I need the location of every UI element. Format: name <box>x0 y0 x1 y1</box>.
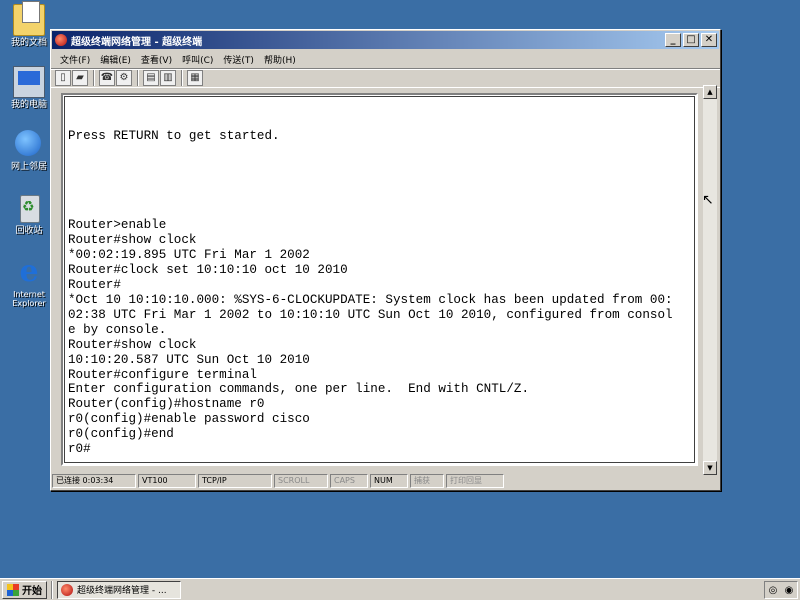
network-places-icon <box>13 128 45 160</box>
desktop-icon-label: Internet Explorer <box>12 290 46 308</box>
disconnect-icon[interactable]: ☎ <box>99 70 115 86</box>
terminal-line: Enter configuration commands, one per li… <box>68 382 530 397</box>
terminal-line: 10:10:20.587 UTC Sun Oct 10 2010 <box>68 352 310 367</box>
desktop-icon-recycle-bin[interactable]: 回收站 <box>4 192 54 237</box>
terminal-line: r0# <box>68 442 91 457</box>
send-icon[interactable]: ▤ <box>143 70 159 86</box>
status-capture: 捕获 <box>410 474 444 488</box>
vertical-scrollbar[interactable]: ▲ ▼ <box>703 85 717 475</box>
menu-call[interactable]: 呼叫(C) <box>177 53 218 66</box>
desktop-icon-label: 我的电脑 <box>10 100 47 110</box>
windows-logo-icon <box>7 583 19 596</box>
desktop-icon-internet-explorer[interactable]: e Internet Explorer <box>4 254 54 309</box>
status-print-echo: 打印回显 <box>446 474 504 488</box>
terminal-line: Router#configure terminal <box>68 367 257 382</box>
menu-file[interactable]: 文件(F) <box>55 53 95 66</box>
close-button[interactable]: ✕ <box>701 33 717 47</box>
status-emulation: VT100 <box>138 474 196 488</box>
minimize-button[interactable]: _ <box>665 33 681 47</box>
tray-network-icon[interactable]: ◎ <box>769 585 778 596</box>
status-protocol: TCP/IP <box>198 474 272 488</box>
start-button[interactable]: 开始 <box>2 580 47 599</box>
taskbar-item-label: 超级终端网络管理 - ... <box>77 586 167 596</box>
my-computer-icon <box>13 66 45 98</box>
menu-edit[interactable]: 编辑(E) <box>95 53 136 66</box>
open-icon[interactable]: ▰ <box>72 70 88 86</box>
menu-bar: 文件(F) 编辑(E) 查看(V) 呼叫(C) 传送(T) 帮助(H) <box>51 50 720 68</box>
start-label: 开始 <box>22 586 42 597</box>
menu-transfer[interactable]: 传送(T) <box>218 53 259 66</box>
recycle-bin-icon <box>13 192 45 224</box>
status-bar: 已连接 0:03:34 VT100 TCP/IP SCROLL CAPS NUM… <box>52 473 719 489</box>
receive-icon[interactable]: ▥ <box>160 70 176 86</box>
terminal-output[interactable]: Press RETURN to get started. Router>enab… <box>68 129 673 457</box>
menu-help[interactable]: 帮助(H) <box>259 53 301 66</box>
title-bar[interactable]: 超级终端网络管理 - 超级终端 _ □ ✕ <box>52 31 719 49</box>
terminal-line: *Oct 10 10:10:10.000: %SYS-6-CLOCKUPDATE… <box>68 292 673 307</box>
terminal-line: Router>enable <box>68 218 167 233</box>
toolbar-separator <box>137 70 139 86</box>
ie-icon: e <box>19 254 39 289</box>
taskbar-separator <box>51 580 53 599</box>
scroll-up-arrow-icon[interactable]: ▲ <box>703 85 717 99</box>
mouse-cursor-icon: ↖ <box>702 192 714 208</box>
hyperterminal-window: 超级终端网络管理 - 超级终端 _ □ ✕ 文件(F) 编辑(E) 查看(V) … <box>50 29 721 491</box>
properties-icon[interactable]: ⚙ <box>116 70 132 86</box>
terminal-line: Router#show clock <box>68 337 197 352</box>
terminal-line: Router# <box>68 278 121 293</box>
taskbar: 开始 超级终端网络管理 - ... ◎ ◉ <box>0 578 800 600</box>
my-documents-icon <box>13 1 45 36</box>
settings-icon[interactable]: ▦ <box>187 70 203 86</box>
maximize-button[interactable]: □ <box>683 33 699 47</box>
window-title: 超级终端网络管理 - 超级终端 <box>71 36 203 48</box>
status-scroll: SCROLL <box>274 474 328 488</box>
menu-view[interactable]: 查看(V) <box>136 53 177 66</box>
terminal-area[interactable]: Press RETURN to get started. Router>enab… <box>61 93 698 466</box>
taskbar-item-hyperterminal[interactable]: 超级终端网络管理 - ... <box>57 580 181 599</box>
toolbar-separator <box>93 70 95 86</box>
terminal-line: Router#clock set 10:10:10 oct 10 2010 <box>68 263 348 278</box>
desktop-icon-label: 网上邻居 <box>10 162 47 172</box>
status-num: NUM <box>370 474 408 488</box>
terminal-line: 02:38 UTC Fri Mar 1 2002 to 10:10:10 UTC… <box>68 307 673 322</box>
terminal-line: *00:02:19.895 UTC Fri Mar 1 2002 <box>68 248 310 263</box>
terminal-line: r0(config)#end <box>68 427 174 442</box>
desktop-icon-my-computer[interactable]: 我的电脑 <box>4 66 54 111</box>
toolbar-separator <box>181 70 183 86</box>
terminal-line: Router(config)#hostname r0 <box>68 397 265 412</box>
hyperterminal-app-icon[interactable] <box>55 34 67 46</box>
desktop-icon-label: 回收站 <box>15 226 43 236</box>
new-icon[interactable]: ▯ <box>55 70 71 86</box>
desktop-icon-network-places[interactable]: 网上邻居 <box>4 128 54 173</box>
tray-volume-icon[interactable]: ◉ <box>785 585 794 596</box>
system-tray: ◎ ◉ <box>764 581 798 599</box>
status-connected: 已连接 0:03:34 <box>52 474 136 488</box>
terminal-line: Router#show clock <box>68 233 197 248</box>
status-caps: CAPS <box>330 474 368 488</box>
desktop-icon-label: 我的文档 <box>10 38 47 48</box>
terminal-line: r0(config)#enable password cisco <box>68 412 310 427</box>
hyperterminal-app-icon <box>61 583 73 596</box>
terminal-line: e by console. <box>68 322 167 337</box>
toolbar: ▯ ▰ ☎ ⚙ ▤ ▥ ▦ <box>51 68 720 88</box>
desktop-icon-my-documents[interactable]: 我的文档 <box>4 1 54 49</box>
terminal-line: Press RETURN to get started. <box>68 129 280 143</box>
